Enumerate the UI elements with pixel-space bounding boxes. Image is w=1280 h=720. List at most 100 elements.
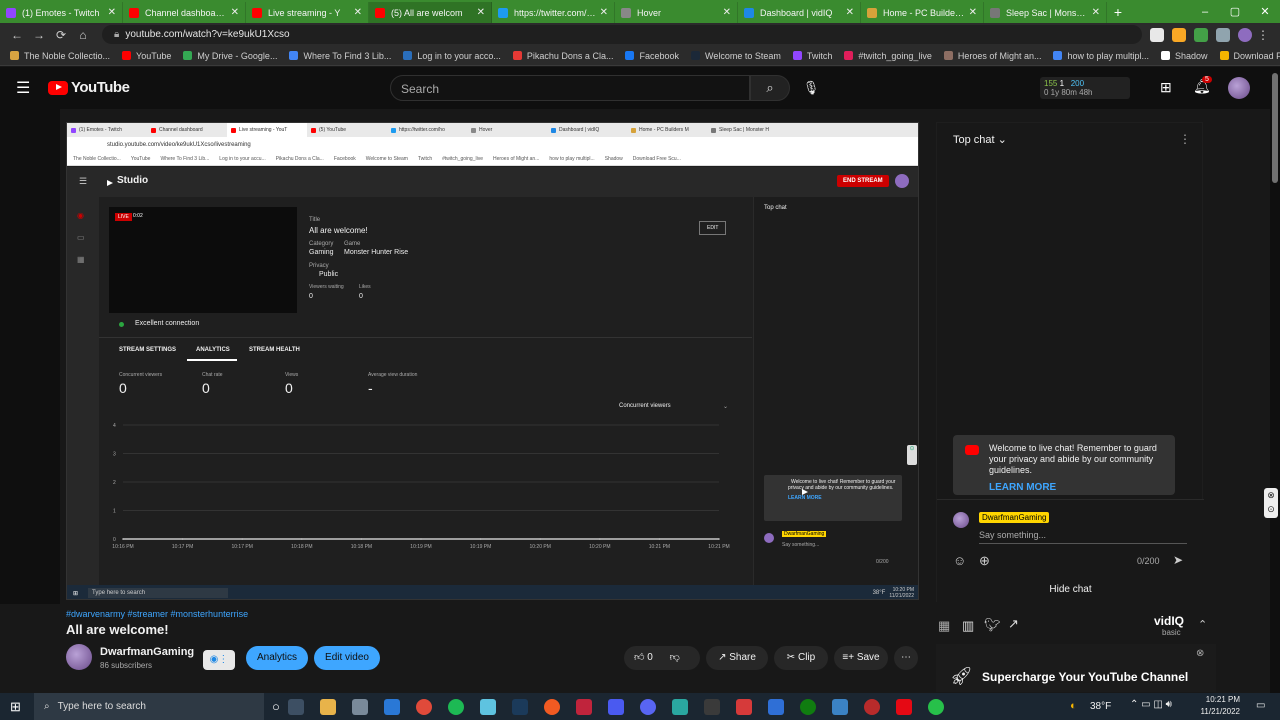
browser-tab[interactable]: Home - PC Builders M ✕: [861, 2, 984, 23]
bookmark-item[interactable]: #twitch_going_live: [844, 51, 932, 61]
browser-tab[interactable]: (1) Emotes - Twitch ✕: [0, 2, 123, 23]
weather-icon[interactable]: ◐: [1070, 700, 1077, 712]
new-tab-button[interactable]: +: [1107, 2, 1129, 23]
profile-avatar[interactable]: [1238, 27, 1252, 42]
video-player[interactable]: (1) Emotes - Twitch Channel dashboard Live…: [66, 122, 919, 600]
app-icon[interactable]: [479, 698, 496, 715]
home-icon[interactable]: ⌂: [72, 28, 94, 42]
analytics-button[interactable]: Analytics: [246, 646, 308, 670]
vidiq-stats-widget[interactable]: 155 1 200 0 1y 80m 48h: [1040, 77, 1130, 99]
app-icon[interactable]: [863, 698, 880, 715]
browser-tab[interactable]: https://twitter.com/ho ✕: [492, 2, 615, 23]
taskbar-clock[interactable]: 10:21 PM 11/21/2022: [1201, 694, 1240, 718]
hamburger-menu-icon[interactable]: ☰: [16, 78, 30, 98]
thumbs-down-icon[interactable]: 👎︎: [670, 652, 680, 663]
chat-message-input[interactable]: Say something...: [979, 530, 1046, 540]
youtube-logo[interactable]: YouTube: [48, 79, 130, 96]
close-tab-icon[interactable]: ✕: [969, 7, 977, 18]
menu-dots-icon[interactable]: ⋮: [1252, 28, 1274, 42]
browser-tab[interactable]: Live streaming - Y ✕: [246, 2, 369, 23]
puzzle-icon[interactable]: [1216, 27, 1230, 42]
reload-icon[interactable]: ⟳: [50, 28, 72, 42]
close-tab-icon[interactable]: ✕: [846, 7, 854, 18]
steam-icon[interactable]: [511, 698, 528, 715]
bookmark-item[interactable]: Welcome to Steam: [690, 51, 781, 61]
bar-chart-icon[interactable]: ▥: [962, 618, 974, 634]
notification-center-icon[interactable]: ▭: [1256, 700, 1265, 711]
video-hashtags[interactable]: #dwarvenarmy #streamer #monsterhunterris…: [66, 609, 248, 619]
close-tab-icon[interactable]: ✕: [477, 7, 485, 18]
emoji-icon[interactable]: ☺: [953, 553, 966, 568]
bookmark-item[interactable]: Shadow: [1161, 51, 1208, 61]
edit-video-button[interactable]: Edit video: [314, 646, 380, 670]
browser-tab[interactable]: Hover ✕: [615, 2, 738, 23]
account-avatar[interactable]: [1228, 77, 1250, 99]
discord-icon[interactable]: [639, 698, 656, 715]
bookmark-item[interactable]: Pikachu Dons a Cla...: [512, 51, 613, 61]
vidiq-channel-icon[interactable]: ◉⋮: [203, 650, 235, 670]
search-button[interactable]: ⌕: [750, 75, 790, 101]
chat-more-icon[interactable]: ⋮: [1179, 132, 1191, 146]
extension-icon[interactable]: [1150, 27, 1164, 42]
bookmark-item[interactable]: Log in to your acco...: [403, 51, 501, 61]
send-icon[interactable]: ➤: [1173, 553, 1183, 567]
bookmark-item[interactable]: Where To Find 3 Lib...: [289, 51, 391, 61]
more-actions-button[interactable]: ⋯: [894, 646, 918, 670]
close-tab-icon[interactable]: ✕: [723, 7, 731, 18]
bookmark-item[interactable]: Heroes of Might an...: [943, 51, 1041, 61]
browser-tab[interactable]: Dashboard | vidIQ ✕: [738, 2, 861, 23]
create-video-icon[interactable]: ⊞: [1160, 79, 1172, 96]
app-icon[interactable]: [767, 698, 784, 715]
app-icon[interactable]: [927, 698, 944, 715]
vidiq-side-toggle[interactable]: ⊗ ⊙: [1264, 488, 1278, 518]
search-input[interactable]: Search: [390, 75, 750, 101]
thumbs-up-icon[interactable]: 👍︎: [634, 652, 644, 663]
forward-icon[interactable]: →: [28, 28, 50, 42]
url-field[interactable]: 🔒︎ youtube.com/watch?v=ke9ukU1Xcso: [102, 25, 1142, 44]
browser-tab[interactable]: (5) All are welcom ✕: [369, 2, 492, 23]
channel-avatar[interactable]: [66, 644, 92, 670]
app-icon[interactable]: [735, 698, 752, 715]
close-tab-icon[interactable]: ✕: [1092, 7, 1100, 18]
chevron-up-icon[interactable]: ⌃: [1198, 618, 1207, 631]
share-button[interactable]: ↗ Share: [706, 646, 768, 670]
bookmark-item[interactable]: Twitch: [792, 51, 832, 61]
page-scrollbar[interactable]: [1270, 67, 1280, 693]
file-explorer-icon[interactable]: [319, 698, 336, 715]
app-icon[interactable]: [575, 698, 592, 715]
taskbar-search[interactable]: ⌕ Type here to search: [34, 693, 264, 720]
bookmark-item[interactable]: YouTube: [122, 51, 171, 61]
minimize-icon[interactable]: –: [1190, 2, 1220, 23]
spotify-icon[interactable]: [447, 698, 464, 715]
bookmark-item[interactable]: Facebook: [625, 51, 679, 61]
store-icon[interactable]: [351, 698, 368, 715]
extension-icon[interactable]: [1172, 27, 1186, 42]
clip-button[interactable]: ✂ Clip: [774, 646, 828, 670]
multitask-icon[interactable]: [287, 698, 304, 715]
twitter-icon[interactable]: 🐦︎: [984, 617, 1001, 633]
close-tab-icon[interactable]: ✕: [231, 7, 239, 18]
app-icon[interactable]: [831, 698, 848, 715]
bookmark-item[interactable]: The Noble Collectio...: [10, 51, 110, 61]
bookmark-item[interactable]: Download Free Scu...: [1219, 51, 1280, 61]
vidiq-promo[interactable]: 🚀︎ Supercharge Your YouTube Channel ⊗: [936, 644, 1216, 692]
windows-start-icon[interactable]: ⊞: [10, 699, 21, 715]
mail-icon[interactable]: [383, 698, 400, 715]
bookmark-item[interactable]: how to play multipl...: [1053, 51, 1149, 61]
task-view-icon[interactable]: ○: [272, 699, 280, 714]
maximize-icon[interactable]: ▢: [1220, 2, 1250, 23]
bookmark-item[interactable]: My Drive - Google...: [183, 51, 277, 61]
close-tab-icon[interactable]: ✕: [600, 7, 608, 18]
chrome-icon[interactable]: [415, 698, 432, 715]
add-icon[interactable]: ⊕: [979, 553, 990, 569]
close-tab-icon[interactable]: ✕: [108, 7, 116, 18]
extension-icon[interactable]: [1194, 27, 1208, 42]
system-tray-icons[interactable]: ⌃ ▭ ◫ 🔊︎: [1130, 699, 1172, 710]
channel-name[interactable]: DwarfmanGaming: [100, 646, 194, 658]
origin-icon[interactable]: [543, 698, 560, 715]
browser-tab[interactable]: Sleep Sac | Monster H ✕: [984, 2, 1107, 23]
back-icon[interactable]: ←: [6, 28, 28, 42]
learn-more-link[interactable]: LEARN MORE: [989, 482, 1167, 493]
trend-icon[interactable]: ↗: [1008, 616, 1019, 632]
save-button[interactable]: ≡+ Save: [834, 646, 888, 670]
